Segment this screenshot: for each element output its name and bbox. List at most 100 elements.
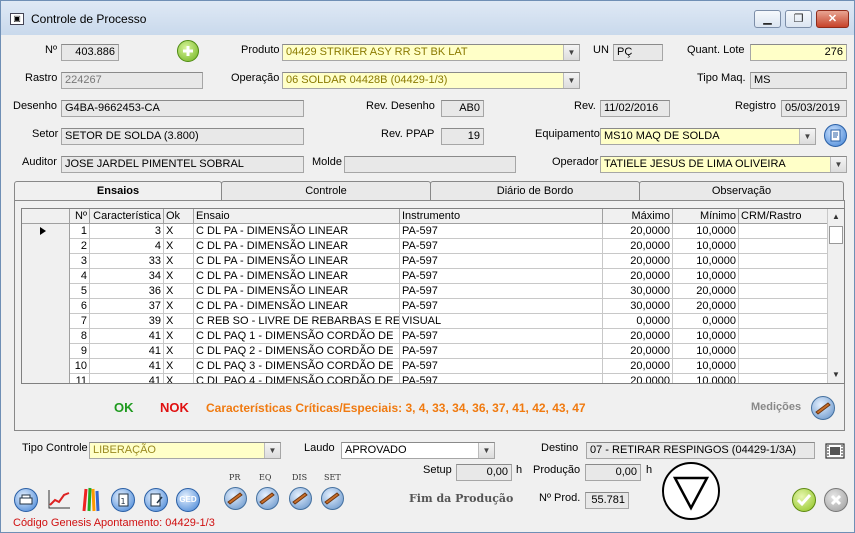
cell-minimo[interactable]: 10,0000 xyxy=(673,239,739,254)
cell-numero[interactable]: 3 xyxy=(70,254,90,269)
cell-crm-rastro[interactable] xyxy=(739,329,828,344)
cell-caracteristica[interactable]: 4 xyxy=(90,239,164,254)
cell-numero[interactable]: 9 xyxy=(70,344,90,359)
cell-numero[interactable]: 7 xyxy=(70,314,90,329)
cell-ok[interactable]: X xyxy=(164,329,194,344)
col-header-maximo[interactable]: Máximo xyxy=(603,209,673,224)
close-button[interactable]: ✕ xyxy=(816,10,849,28)
row-indicator[interactable] xyxy=(22,314,70,329)
cell-instrumento[interactable]: PA-597 xyxy=(400,284,603,299)
operador-select[interactable]: TATIELE JESUS DE LIMA OLIVEIRA ▼ xyxy=(600,156,847,173)
film-icon[interactable] xyxy=(824,441,846,461)
cell-ok[interactable]: X xyxy=(164,269,194,284)
pencils-icon[interactable] xyxy=(79,485,103,513)
cell-minimo[interactable]: 10,0000 xyxy=(673,269,739,284)
setor-field[interactable]: SETOR DE SOLDA (3.800) xyxy=(61,128,304,145)
rev-desenho-field[interactable]: AB0 xyxy=(441,100,484,117)
cell-instrumento[interactable]: VISUAL xyxy=(400,314,603,329)
cell-ok[interactable]: X xyxy=(164,344,194,359)
cell-maximo[interactable]: 20,0000 xyxy=(603,239,673,254)
table-row[interactable]: 9 41 X C DL PAQ 2 - DIMENSÃO CORDÃO DE PA-59… xyxy=(22,344,828,359)
cell-caracteristica[interactable]: 37 xyxy=(90,299,164,314)
table-row[interactable]: 11 41 X C DL PAQ 4 - DIMENSÃO CORDÃO DE PA-5… xyxy=(22,374,828,383)
col-header-crm-rastro[interactable]: CRM/Rastro xyxy=(739,209,828,224)
cell-numero[interactable]: 6 xyxy=(70,299,90,314)
row-indicator[interactable] xyxy=(22,239,70,254)
pr-measure-icon[interactable] xyxy=(224,487,247,510)
row-indicator[interactable] xyxy=(22,344,70,359)
col-header-ok[interactable]: Ok xyxy=(164,209,194,224)
cell-crm-rastro[interactable] xyxy=(739,359,828,374)
cell-numero[interactable]: 10 xyxy=(70,359,90,374)
cell-caracteristica[interactable]: 41 xyxy=(90,359,164,374)
add-icon[interactable] xyxy=(177,40,199,62)
table-row[interactable]: 10 41 X C DL PAQ 3 - DIMENSÃO CORDÃO DE PA-5… xyxy=(22,359,828,374)
cell-ok[interactable]: X xyxy=(164,254,194,269)
registro-field[interactable]: 05/03/2019 xyxy=(781,100,847,117)
col-header-ensaio[interactable]: Ensaio xyxy=(194,209,400,224)
cell-caracteristica[interactable]: 3 xyxy=(90,224,164,239)
tipo-maq-field[interactable]: MS xyxy=(750,72,847,89)
dis-measure-icon[interactable] xyxy=(289,487,312,510)
cell-caracteristica[interactable]: 34 xyxy=(90,269,164,284)
cell-caracteristica[interactable]: 39 xyxy=(90,314,164,329)
chevron-down-icon[interactable]: ▼ xyxy=(830,157,846,172)
cell-crm-rastro[interactable] xyxy=(739,374,828,383)
cell-minimo[interactable]: 10,0000 xyxy=(673,224,739,239)
cell-maximo[interactable]: 20,0000 xyxy=(603,224,673,239)
desenho-field[interactable]: G4BA-9662453-CA xyxy=(61,100,304,117)
cell-minimo[interactable]: 10,0000 xyxy=(673,344,739,359)
cell-ok[interactable]: X xyxy=(164,224,194,239)
tab-ensaios[interactable]: Ensaios xyxy=(14,181,222,202)
row-indicator[interactable] xyxy=(22,269,70,284)
cell-minimo[interactable]: 20,0000 xyxy=(673,299,739,314)
cell-ok[interactable]: X xyxy=(164,359,194,374)
scroll-thumb[interactable] xyxy=(829,226,843,244)
table-row[interactable]: 7 39 X C REB SO - LIVRE DE REBARBAS E RE VIS… xyxy=(22,314,828,329)
cell-caracteristica[interactable]: 41 xyxy=(90,344,164,359)
cell-ok[interactable]: X xyxy=(164,239,194,254)
tipo-controle-select[interactable]: LIBERAÇÃO ▼ xyxy=(89,442,281,459)
cell-instrumento[interactable]: PA-597 xyxy=(400,239,603,254)
cell-instrumento[interactable]: PA-597 xyxy=(400,224,603,239)
cell-ensaio[interactable]: C DL PA - DIMENSÃO LINEAR xyxy=(194,239,400,254)
cell-instrumento[interactable]: PA-597 xyxy=(400,254,603,269)
triangle-down-icon[interactable] xyxy=(661,461,721,521)
cell-numero[interactable]: 5 xyxy=(70,284,90,299)
cell-numero[interactable]: 2 xyxy=(70,239,90,254)
col-header-instrumento[interactable]: Instrumento xyxy=(400,209,603,224)
cell-instrumento[interactable]: PA-597 xyxy=(400,329,603,344)
eq-measure-icon[interactable] xyxy=(256,487,279,510)
cell-crm-rastro[interactable] xyxy=(739,284,828,299)
cell-instrumento[interactable]: PA-597 xyxy=(400,374,603,383)
table-row[interactable]: 4 34 X C DL PA - DIMENSÃO LINEAR PA-597 20,00… xyxy=(22,269,828,284)
cell-crm-rastro[interactable] xyxy=(739,269,828,284)
row-indicator[interactable] xyxy=(22,329,70,344)
chevron-down-icon[interactable]: ▼ xyxy=(264,443,280,458)
row-indicator[interactable] xyxy=(22,284,70,299)
row-indicator[interactable] xyxy=(22,254,70,269)
produto-select[interactable]: 04429 STRIKER ASY RR ST BK LAT ▼ xyxy=(282,44,580,61)
cell-ensaio[interactable]: C DL PAQ 4 - DIMENSÃO CORDÃO DE xyxy=(194,374,400,383)
cell-crm-rastro[interactable] xyxy=(739,344,828,359)
cell-maximo[interactable]: 20,0000 xyxy=(603,374,673,383)
cell-ensaio[interactable]: C DL PAQ 3 - DIMENSÃO CORDÃO DE xyxy=(194,359,400,374)
cell-minimo[interactable]: 0,0000 xyxy=(673,314,739,329)
chart-icon[interactable] xyxy=(46,487,72,511)
cell-maximo[interactable]: 20,0000 xyxy=(603,344,673,359)
molde-field[interactable] xyxy=(344,156,516,173)
cell-ensaio[interactable]: C DL PA - DIMENSÃO LINEAR xyxy=(194,299,400,314)
auditor-field[interactable]: JOSE JARDEL PIMENTEL SOBRAL xyxy=(61,156,304,173)
producao-field[interactable]: 0,00 xyxy=(585,464,641,481)
ensaios-grid[interactable]: Nº Característica Ok Ensaio Instrumento … xyxy=(21,208,845,384)
document-icon[interactable] xyxy=(824,124,847,147)
cell-ensaio[interactable]: C DL PAQ 1 - DIMENSÃO CORDÃO DE xyxy=(194,329,400,344)
cell-maximo[interactable]: 20,0000 xyxy=(603,359,673,374)
quant-lote-field[interactable]: 276 xyxy=(750,44,847,61)
cell-ensaio[interactable]: C REB SO - LIVRE DE REBARBAS E RE xyxy=(194,314,400,329)
cell-maximo[interactable]: 30,0000 xyxy=(603,299,673,314)
tab-controle[interactable]: Controle xyxy=(221,181,431,201)
scroll-down-icon[interactable]: ▼ xyxy=(828,367,844,383)
cell-maximo[interactable]: 20,0000 xyxy=(603,329,673,344)
cell-numero[interactable]: 11 xyxy=(70,374,90,383)
